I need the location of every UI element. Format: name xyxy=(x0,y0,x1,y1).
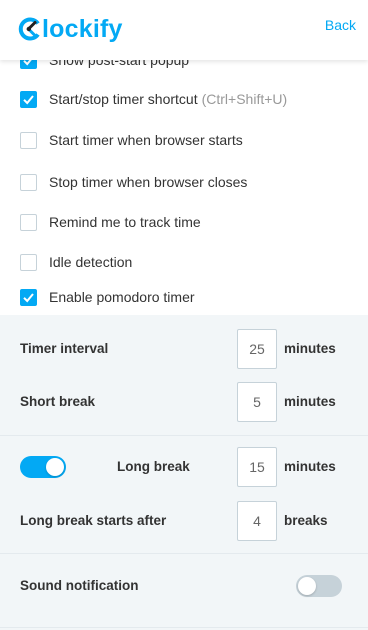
long-break-unit: minutes xyxy=(284,459,336,474)
section-divider xyxy=(0,553,368,554)
long-break-after-input[interactable]: 4 xyxy=(237,501,277,541)
checkbox-row-timer-shortcut[interactable]: Start/stop timer shortcut (Ctrl+Shift+U) xyxy=(20,89,287,109)
timer-interval-input[interactable]: 25 xyxy=(237,329,277,369)
long-break-row: Long break 15 minutes xyxy=(0,445,368,489)
checkbox-label: Stop timer when browser closes xyxy=(49,174,248,190)
checkbox-row-idle-detection[interactable]: Idle detection xyxy=(20,252,132,272)
short-break-row: Short break 5 minutes xyxy=(0,380,368,424)
long-break-input[interactable]: 15 xyxy=(237,447,277,487)
long-break-label: Long break xyxy=(117,459,190,474)
long-break-toggle[interactable] xyxy=(20,456,66,478)
checkbox-unchecked-icon[interactable] xyxy=(20,253,37,271)
short-break-unit: minutes xyxy=(284,394,336,409)
checkbox-unchecked-icon[interactable] xyxy=(20,213,37,231)
checkbox-label: Start/stop timer shortcut xyxy=(49,91,198,107)
timer-interval-row: Timer interval 25 minutes xyxy=(0,327,368,371)
toggle-knob xyxy=(298,577,316,595)
section-divider xyxy=(0,627,368,628)
header: lockify Back xyxy=(0,0,368,60)
checkbox-row-stop-on-browser-close[interactable]: Stop timer when browser closes xyxy=(20,172,247,192)
checkbox-label: Start timer when browser starts xyxy=(49,132,243,148)
timer-interval-unit: minutes xyxy=(284,341,336,356)
clockify-logo-icon xyxy=(18,17,40,41)
checkbox-checked-icon[interactable] xyxy=(20,90,37,108)
checkbox-row-remind-track-time[interactable]: Remind me to track time xyxy=(20,212,201,232)
sound-notification-toggle[interactable] xyxy=(296,575,342,597)
checkbox-label: Idle detection xyxy=(49,254,133,270)
sound-notification-row: Sound notification xyxy=(0,564,368,608)
clockify-logo: lockify xyxy=(18,14,123,44)
checkbox-row-start-on-browser-start[interactable]: Start timer when browser starts xyxy=(20,130,243,150)
timer-interval-label: Timer interval xyxy=(20,341,109,356)
short-break-label: Short break xyxy=(20,394,96,409)
checkbox-checked-icon[interactable] xyxy=(20,288,37,306)
shortcut-hint: (Ctrl+Shift+U) xyxy=(201,91,288,107)
checkbox-unchecked-icon[interactable] xyxy=(20,173,37,191)
checkbox-label: Remind me to track time xyxy=(49,214,201,230)
pomodoro-settings-section: Timer interval 25 minutes Short break 5 … xyxy=(0,315,368,630)
toggle-knob xyxy=(46,458,64,476)
long-break-after-label: Long break starts after xyxy=(20,513,167,528)
checkbox-unchecked-icon[interactable] xyxy=(20,131,37,149)
long-break-after-unit: breaks xyxy=(284,513,328,528)
checkbox-row-enable-pomodoro[interactable]: Enable pomodoro timer xyxy=(20,287,195,307)
sound-notification-label: Sound notification xyxy=(20,578,139,593)
checkbox-label: Enable pomodoro timer xyxy=(49,289,195,305)
logo-text: lockify xyxy=(42,15,123,43)
back-link[interactable]: Back xyxy=(325,17,356,33)
section-divider xyxy=(0,435,368,436)
long-break-after-row: Long break starts after 4 breaks xyxy=(0,499,368,543)
short-break-input[interactable]: 5 xyxy=(237,382,277,422)
